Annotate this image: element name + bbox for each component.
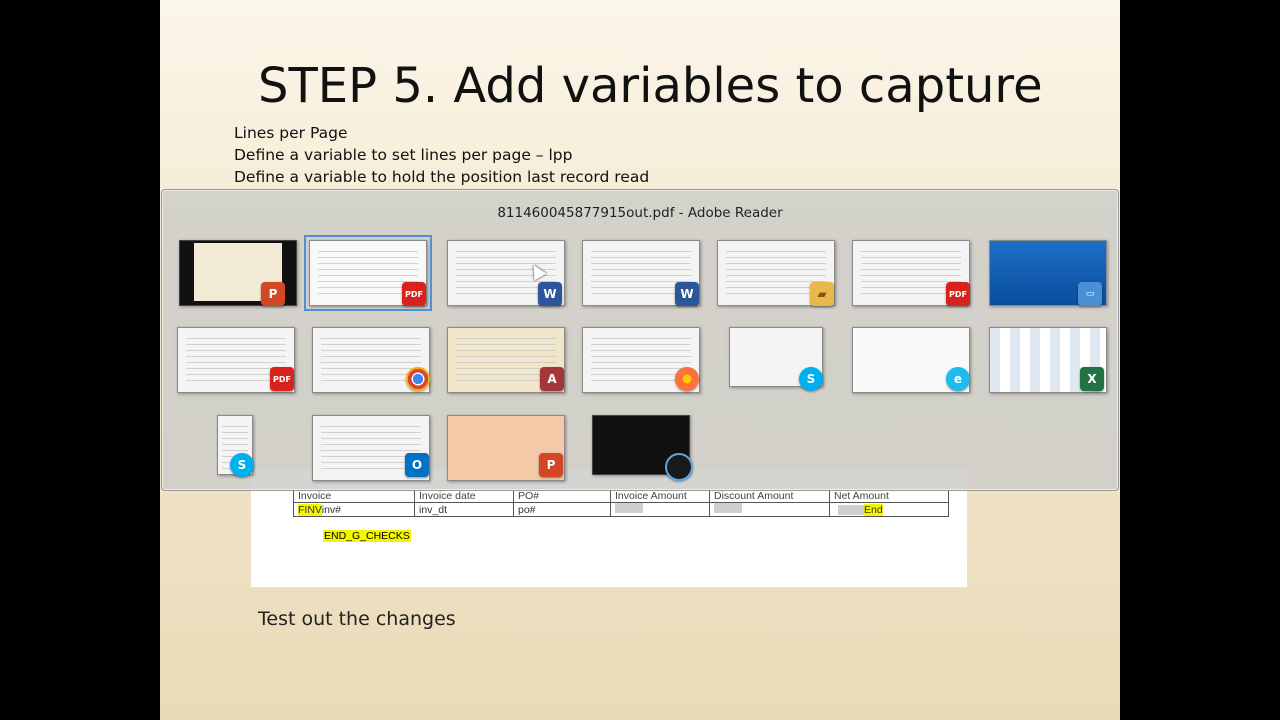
- bullet-lines-per-page: Lines per Page: [234, 124, 348, 142]
- word-icon: W: [538, 282, 562, 306]
- outlook-icon: O: [405, 453, 429, 477]
- header-invoice-amount: Invoice Amount: [610, 490, 710, 503]
- adobe-pdf-icon: PDF: [270, 367, 294, 391]
- header-net-amount: Net Amount: [829, 490, 949, 503]
- cell-invoice: FINVinv#: [293, 502, 415, 517]
- slide-bullets: Lines per Page Define a variable to set …: [234, 122, 649, 188]
- cortana-icon: [665, 453, 693, 481]
- alt-tab-switcher: 811460045877915out.pdf - Adobe Reader P …: [161, 189, 1119, 491]
- invoice-amount-field: [615, 503, 643, 513]
- powerpoint-icon: P: [261, 282, 285, 306]
- header-invoice: Invoice: [293, 490, 415, 503]
- cell-po: po#: [513, 502, 611, 517]
- slide-footer-text: Test out the changes: [258, 608, 456, 630]
- adobe-pdf-icon: PDF: [946, 282, 970, 306]
- discount-amount-field: [714, 503, 742, 513]
- header-po: PO#: [513, 490, 611, 503]
- cell-discount-amount: [709, 502, 830, 517]
- invoice-table: Invoice Invoice date PO# Invoice Amount …: [293, 490, 949, 517]
- end-g-checks-marker: END_G_CHECKS: [323, 530, 411, 542]
- header-invoice-date: Invoice date: [414, 490, 514, 503]
- invoice-field: inv#: [321, 503, 341, 516]
- cell-net-amount: End: [829, 502, 949, 517]
- access-icon: A: [540, 367, 564, 391]
- table-header-row: Invoice Invoice date PO# Invoice Amount …: [293, 490, 949, 503]
- excel-icon: X: [1080, 367, 1104, 391]
- cell-invoice-date: inv_dt: [414, 502, 514, 517]
- internet-explorer-icon: e: [946, 367, 970, 391]
- table-row: FINVinv# inv_dt po# End: [293, 502, 949, 517]
- folder-icon: ▰: [810, 282, 834, 306]
- desktop-icon: ▭: [1078, 282, 1102, 306]
- net-amount-field: [838, 504, 864, 515]
- bullet-lpp-variable: Define a variable to set lines per page …: [234, 146, 573, 164]
- slide-title: STEP 5. Add variables to capture: [258, 58, 1043, 114]
- skype-icon: S: [799, 367, 823, 391]
- firefox-icon: [675, 367, 699, 391]
- powerpoint-icon: P: [539, 453, 563, 477]
- cell-invoice-amount: [610, 502, 710, 517]
- end-field-marker: End: [864, 503, 883, 516]
- chrome-icon: [406, 367, 430, 391]
- word-icon: W: [675, 282, 699, 306]
- adobe-pdf-icon: PDF: [402, 282, 426, 306]
- header-discount-amount: Discount Amount: [709, 490, 830, 503]
- bullet-position-variable: Define a variable to hold the position l…: [234, 168, 650, 186]
- switcher-window-title: 811460045877915out.pdf - Adobe Reader: [497, 205, 783, 221]
- finv-field-marker: FINV: [298, 503, 322, 516]
- skype-icon: S: [230, 453, 254, 477]
